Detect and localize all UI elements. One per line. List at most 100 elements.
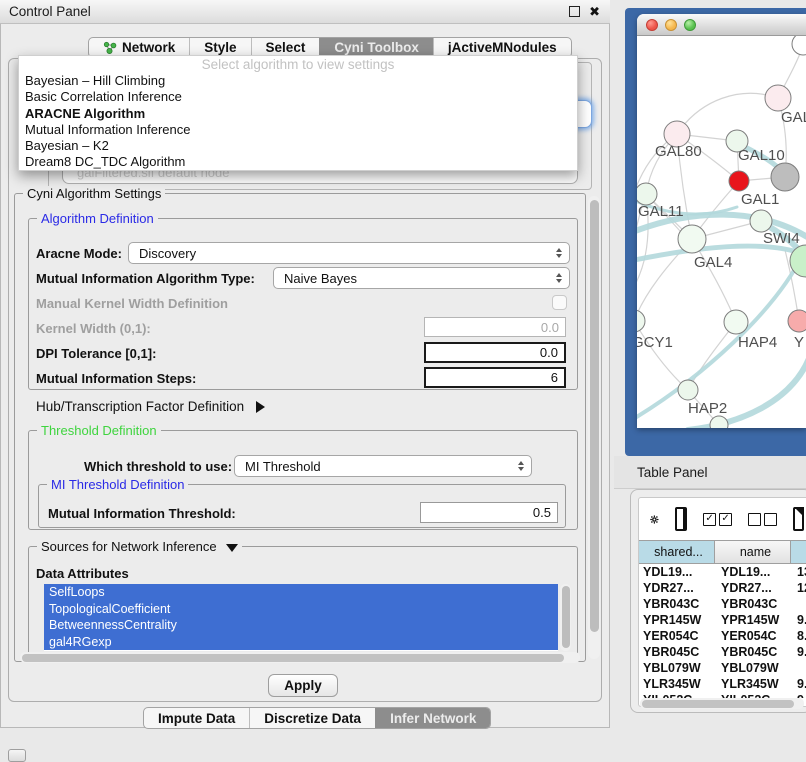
hub-definition-expander[interactable]: Hub/Transcription Factor Definition: [36, 399, 265, 414]
column-header-partial[interactable]: [791, 541, 806, 563]
table-cell: YER054C: [715, 629, 791, 643]
network-canvas[interactable]: GALGAL80GAL10GAL1GAL11SWI4GAL4GCY1HAP4YH…: [637, 36, 806, 428]
dpi-tolerance-input[interactable]: [424, 342, 566, 363]
aracne-mode-label: Aracne Mode:: [36, 246, 122, 261]
network-node[interactable]: [724, 310, 748, 334]
network-node-label: GAL80: [655, 143, 702, 160]
settings-scrollbar-thumb[interactable]: [590, 200, 599, 632]
algorithm-option[interactable]: Basic Correlation Inference: [19, 89, 577, 105]
network-node[interactable]: [637, 310, 645, 332]
kernel-width-input[interactable]: [424, 317, 566, 337]
table-cell: 13: [791, 565, 806, 579]
network-node[interactable]: [678, 380, 698, 400]
table-cell: YBL079W: [715, 661, 791, 675]
mi-steps-input[interactable]: [424, 367, 566, 388]
node-table: shared... name YDL19...YDL19...13YDR27..…: [639, 540, 806, 698]
network-node[interactable]: [765, 85, 791, 111]
network-node[interactable]: [771, 163, 799, 191]
network-node-label: GAL4: [694, 254, 732, 271]
table-cell: YDR27...: [715, 581, 791, 595]
mi-threshold-input[interactable]: [420, 502, 558, 523]
data-attribute-option[interactable]: gal4RGexp: [44, 634, 558, 651]
close-traffic-light-icon[interactable]: [646, 19, 658, 31]
mi-algorithm-type-label: Mutual Information Algorithm Type:: [36, 271, 255, 286]
aracne-mode-value: Discovery: [139, 246, 196, 261]
data-attributes-list[interactable]: SelfLoopsTopologicalCoefficientBetweenne…: [44, 584, 558, 651]
table-panel-title: Table Panel: [614, 465, 708, 480]
network-node-label: Y: [794, 334, 804, 351]
which-threshold-value: MI Threshold: [245, 459, 321, 474]
table-row[interactable]: YBR043CYBR043C: [639, 596, 806, 612]
table-header-row: shared... name: [639, 540, 806, 564]
table-cell: YER054C: [639, 629, 715, 643]
deselect-all-icon[interactable]: [748, 513, 777, 526]
minimized-panel-icon[interactable]: [8, 749, 26, 762]
table-row[interactable]: YBR045CYBR045C9.: [639, 644, 806, 660]
algorithm-option[interactable]: Dream8 DC_TDC Algorithm: [19, 154, 577, 170]
algorithm-option[interactable]: Bayesian – Hill Climbing: [19, 73, 577, 89]
data-attribute-option[interactable]: SelfLoops: [44, 584, 558, 601]
which-threshold-combobox[interactable]: MI Threshold: [234, 455, 532, 477]
table-cell: 9.: [791, 645, 806, 659]
sources-group-title[interactable]: Sources for Network Inference: [37, 539, 242, 554]
algorithm-dropdown-placeholder: Select algorithm to view settings: [19, 56, 577, 73]
attributes-scrollbar-thumb[interactable]: [562, 586, 570, 648]
table-cell: YDL19...: [639, 565, 715, 579]
network-node[interactable]: [750, 210, 772, 232]
algorithm-option[interactable]: ARACNE Algorithm: [19, 106, 577, 122]
tab-impute-data[interactable]: Impute Data: [144, 708, 249, 728]
network-node[interactable]: [729, 171, 749, 191]
network-icon: [103, 41, 117, 54]
manual-kernel-width-label: Manual Kernel Width Definition: [36, 296, 228, 311]
table-cell: 12: [791, 581, 806, 595]
mi-algorithm-type-combobox[interactable]: Naive Bayes: [273, 267, 570, 289]
network-node[interactable]: [792, 36, 806, 55]
manual-kernel-width-checkbox[interactable]: [552, 295, 567, 310]
close-icon[interactable]: ✖: [589, 5, 600, 18]
column-header-name[interactable]: name: [715, 541, 791, 563]
table-toolbar: ✓✓: [640, 500, 804, 538]
network-node-label: GAL: [781, 109, 806, 126]
apply-button[interactable]: Apply: [268, 674, 338, 697]
settings-horizontal-scrollbar[interactable]: [20, 652, 580, 663]
settings-vertical-scrollbar[interactable]: [588, 196, 600, 659]
select-all-icon[interactable]: ✓✓: [703, 513, 732, 526]
table-row[interactable]: YPR145WYPR145W9.: [639, 612, 806, 628]
minimize-traffic-light-icon[interactable]: [665, 19, 677, 31]
zoom-traffic-light-icon[interactable]: [684, 19, 696, 31]
table-row[interactable]: YDR27...YDR27...12: [639, 580, 806, 596]
data-attribute-option[interactable]: TopologicalCoefficient: [44, 601, 558, 618]
gear-icon[interactable]: [650, 510, 659, 529]
table-cell: YLR345W: [639, 677, 715, 691]
tab-network-label: Network: [122, 40, 175, 55]
network-node[interactable]: [637, 183, 657, 205]
table-horizontal-scrollbar[interactable]: [640, 698, 804, 709]
expander-arrow-down-icon: [226, 544, 238, 552]
document-icon[interactable]: [793, 507, 804, 531]
split-columns-icon[interactable]: [675, 507, 687, 531]
combobox-arrows-icon: [518, 461, 524, 471]
tab-infer-network[interactable]: Infer Network: [375, 708, 490, 728]
settings-hscrollbar-thumb[interactable]: [22, 654, 564, 662]
table-row[interactable]: YDL19...YDL19...13: [639, 564, 806, 580]
network-window-titlebar[interactable]: [637, 14, 806, 36]
table-row[interactable]: YER054CYER054C8.: [639, 628, 806, 644]
table-panel-titlebar: Table Panel: [614, 456, 806, 489]
float-window-icon[interactable]: [569, 6, 580, 17]
aracne-mode-combobox[interactable]: Discovery: [128, 242, 570, 264]
column-header-shared-name[interactable]: shared...: [639, 541, 715, 563]
threshold-definition-title: Threshold Definition: [37, 423, 161, 438]
network-node-label: HAP4: [738, 334, 777, 351]
algorithm-option[interactable]: Mutual Information Inference: [19, 122, 577, 138]
tab-discretize-data[interactable]: Discretize Data: [249, 708, 375, 728]
table-row[interactable]: YBL079WYBL079W: [639, 660, 806, 676]
table-row[interactable]: YLR345WYLR345W9.: [639, 676, 806, 692]
data-attribute-option[interactable]: BetweennessCentrality: [44, 617, 558, 634]
network-node[interactable]: [788, 310, 806, 332]
algorithm-option[interactable]: Bayesian – K2: [19, 138, 577, 154]
network-node[interactable]: [678, 225, 706, 253]
table-cell: YBR043C: [639, 597, 715, 611]
attributes-list-scrollbar[interactable]: [560, 584, 571, 651]
table-cell: 8.: [791, 629, 806, 643]
table-hscrollbar-thumb[interactable]: [642, 700, 794, 708]
